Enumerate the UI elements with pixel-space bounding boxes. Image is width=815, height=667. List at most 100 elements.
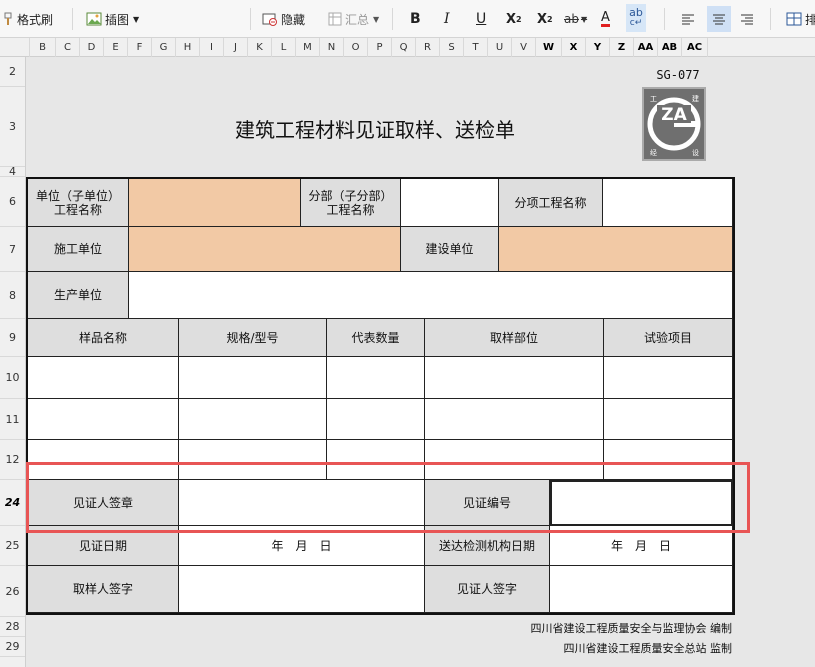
row-header-24[interactable]: 24 [0, 480, 25, 526]
sample-row-cell[interactable] [179, 399, 327, 440]
row-header-7[interactable]: 7 [0, 227, 25, 272]
wrap-button[interactable]: 排 [786, 8, 815, 30]
sub-item-field[interactable] [603, 179, 733, 227]
superscript-button[interactable]: X2 [506, 8, 522, 30]
builder-unit-field[interactable] [499, 227, 733, 272]
row-header-6[interactable]: 6 [0, 177, 25, 227]
font-color-button[interactable]: A [601, 10, 610, 27]
phonetic-button[interactable]: ab c↵ [626, 4, 646, 32]
column-header-d[interactable]: D [80, 38, 104, 57]
table-icon [786, 12, 802, 26]
footer-supervisor: 四川省建设工程质量安全总站 监制 [563, 642, 733, 655]
underline-button[interactable]: U [476, 8, 486, 30]
column-header-v[interactable]: V [512, 38, 536, 57]
summary-button[interactable]: 汇总 ▼ [328, 8, 379, 30]
column-header-x[interactable]: X [562, 38, 586, 57]
sample-row-cell[interactable] [28, 357, 179, 399]
sample-row-cell[interactable] [425, 357, 604, 399]
sample-row-cell[interactable] [179, 357, 327, 399]
summary-icon [328, 12, 342, 26]
column-header-o[interactable]: O [344, 38, 368, 57]
column-header-b[interactable]: B [30, 38, 56, 57]
sub-division-field[interactable] [401, 179, 499, 227]
sample-row-cell[interactable] [425, 399, 604, 440]
sample-row-cell[interactable] [28, 399, 179, 440]
svg-text:设: 设 [692, 148, 699, 157]
ribbon-toolbar: 格式刷 插图 ▼ 隐藏 汇总 ▼ B I U X2 X2 ab ▼ A ab c↵ [0, 0, 815, 38]
column-header-y[interactable]: Y [586, 38, 610, 57]
row-header-12[interactable]: 12 [0, 440, 25, 480]
row-header-9[interactable]: 9 [0, 319, 25, 357]
align-left-button[interactable] [681, 8, 695, 30]
column-header-z[interactable]: Z [610, 38, 634, 57]
row-header-26[interactable]: 26 [0, 566, 25, 617]
column-header-n[interactable]: N [320, 38, 344, 57]
svg-text:ZA: ZA [661, 105, 687, 125]
format-painter-button[interactable]: 格式刷 [2, 8, 53, 30]
strikethrough-button[interactable]: ab ▼ [564, 8, 587, 30]
hide-button[interactable]: 隐藏 [262, 8, 305, 30]
sampler-sign-field[interactable] [179, 566, 425, 613]
column-header-q[interactable]: Q [392, 38, 416, 57]
column-header-c[interactable]: C [56, 38, 80, 57]
column-header-f[interactable]: F [128, 38, 152, 57]
label-sub-division: 分部（子分部） 工程名称 [301, 179, 401, 227]
column-header-ac[interactable]: AC [682, 38, 708, 57]
column-header-t[interactable]: T [464, 38, 488, 57]
bold-button[interactable]: B [410, 8, 421, 30]
unit-name-field[interactable] [129, 179, 301, 227]
align-right-icon [741, 14, 753, 25]
column-header-u[interactable]: U [488, 38, 512, 57]
header-sample-location: 取样部位 [425, 319, 604, 357]
construction-unit-field[interactable] [129, 227, 401, 272]
row-header-29[interactable]: 29 [0, 637, 25, 657]
label-construction-unit: 施工单位 [28, 227, 129, 272]
chevron-down-icon: ▼ [133, 14, 140, 24]
insert-image-button[interactable]: 插图 ▼ [86, 8, 139, 30]
row-header-25[interactable]: 25 [0, 526, 25, 566]
column-header-l[interactable]: L [272, 38, 296, 57]
subscript-button[interactable]: X2 [537, 8, 553, 30]
highlight-box [26, 462, 750, 533]
row-header-28[interactable]: 28 [0, 617, 25, 637]
sample-row-cell[interactable] [604, 357, 733, 399]
column-header-k[interactable]: K [248, 38, 272, 57]
chevron-down-icon: ▼ [373, 14, 380, 24]
svg-text:工: 工 [650, 95, 657, 103]
column-header-ab[interactable]: AB [658, 38, 682, 57]
row-header-11[interactable]: 11 [0, 399, 25, 440]
label-witness-sign: 见证人签字 [425, 566, 550, 613]
header-quantity: 代表数量 [327, 319, 425, 357]
align-right-button[interactable] [740, 8, 754, 30]
row-header-2[interactable]: 2 [0, 57, 25, 87]
producer-field[interactable] [129, 272, 733, 319]
column-header-aa[interactable]: AA [634, 38, 658, 57]
row-header-3[interactable]: 3 [0, 87, 25, 167]
column-header-e[interactable]: E [104, 38, 128, 57]
doc-code: SG-077 [656, 68, 700, 82]
column-header-r[interactable]: R [416, 38, 440, 57]
company-logo: ZA 工 建 经 设 [642, 87, 706, 161]
column-header-s[interactable]: S [440, 38, 464, 57]
column-header-g[interactable]: G [152, 38, 176, 57]
column-header-m[interactable]: M [296, 38, 320, 57]
label-sub-item: 分项工程名称 [499, 179, 603, 227]
label-builder-unit: 建设单位 [401, 227, 499, 272]
column-header-h[interactable]: H [176, 38, 200, 57]
row-header-10[interactable]: 10 [0, 357, 25, 399]
svg-text:经: 经 [650, 148, 657, 157]
row-header-4[interactable]: 4 [0, 165, 25, 178]
column-header-w[interactable]: W [536, 38, 562, 57]
column-header-p[interactable]: P [368, 38, 392, 57]
witness-sign-field[interactable] [550, 566, 733, 613]
select-all-corner[interactable] [0, 38, 30, 57]
sample-row-cell[interactable] [327, 399, 425, 440]
svg-text:建: 建 [692, 94, 699, 103]
italic-button[interactable]: I [444, 8, 450, 30]
align-center-button[interactable] [707, 6, 731, 32]
column-header-i[interactable]: I [200, 38, 224, 57]
sample-row-cell[interactable] [327, 357, 425, 399]
column-header-j[interactable]: J [224, 38, 248, 57]
row-header-8[interactable]: 8 [0, 272, 25, 319]
sample-row-cell[interactable] [604, 399, 733, 440]
